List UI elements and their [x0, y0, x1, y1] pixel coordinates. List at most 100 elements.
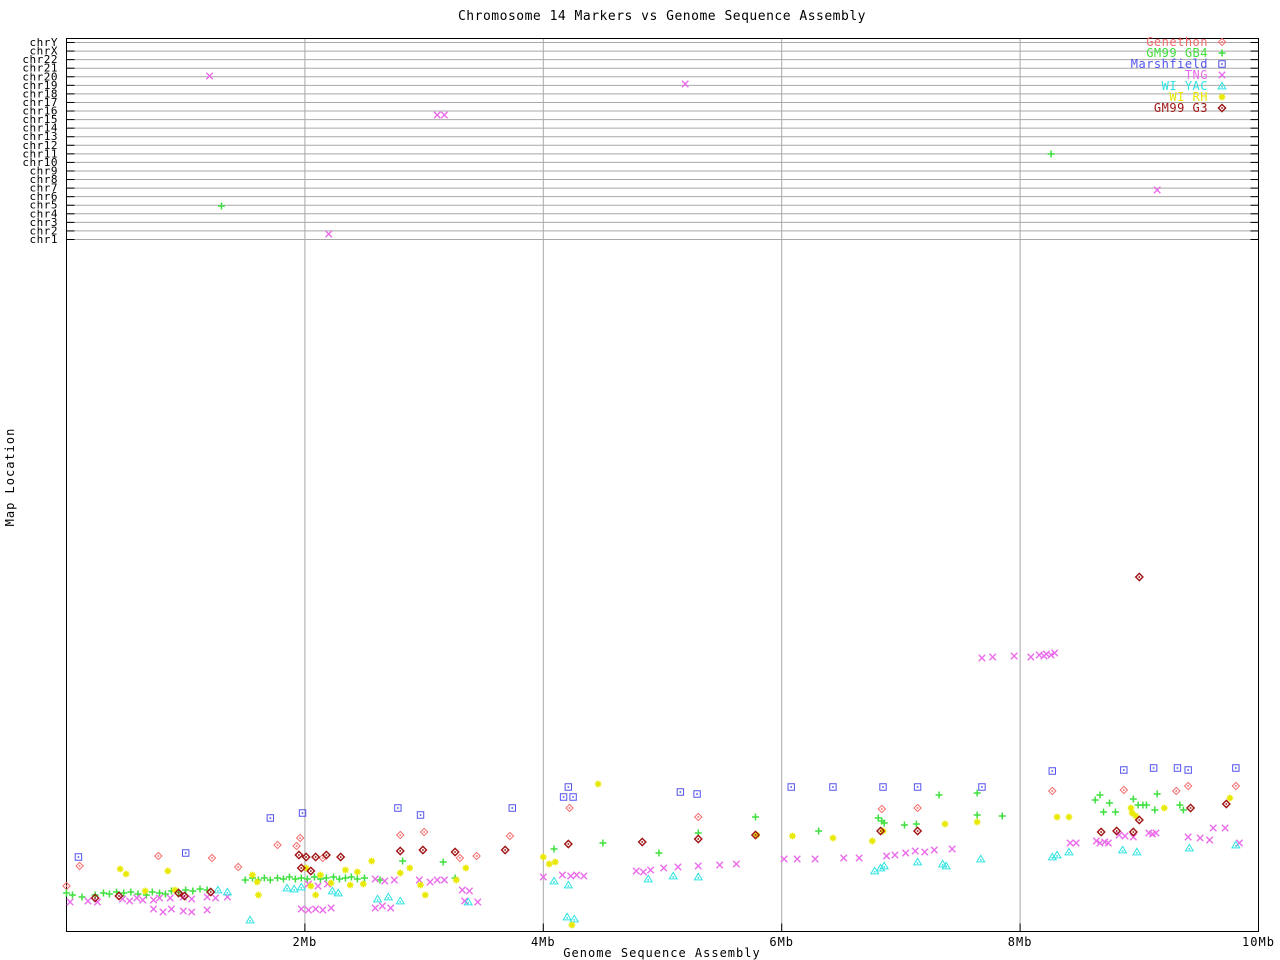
data-point: [440, 859, 447, 866]
marker-center-dot: [981, 786, 983, 788]
data-point: [1106, 800, 1113, 807]
marker-center-dot: [1100, 831, 1102, 833]
data-point: [640, 869, 646, 875]
data-point: [573, 872, 579, 878]
data-point: [639, 838, 646, 845]
marker-glyph: [1210, 825, 1216, 831]
marker-glyph: [427, 879, 433, 885]
data-point: [67, 899, 73, 905]
data-point: [901, 822, 908, 829]
data-point: [274, 841, 281, 848]
series-wi-yac: [214, 841, 1240, 923]
data-point: [694, 791, 700, 797]
data-point: [1133, 848, 1141, 855]
data-point: [328, 887, 336, 894]
data-point: [123, 871, 130, 878]
marker-glyph: [462, 865, 469, 872]
marker-center-dot: [1189, 848, 1191, 850]
data-point: [188, 909, 194, 915]
marker-center-dot: [882, 786, 884, 788]
data-point: [1011, 653, 1017, 659]
data-point: [1128, 805, 1135, 812]
data-point: [1232, 782, 1239, 789]
data-point: [127, 889, 134, 896]
data-point: [382, 878, 388, 884]
marker-glyph: [283, 884, 291, 891]
data-point: [599, 840, 606, 847]
marker-center-dot: [337, 893, 339, 895]
marker-glyph: [1128, 805, 1135, 812]
marker-glyph: [342, 867, 349, 874]
scatter-plot-area: chrYchrXchr22chr21chr20chr19chr18chr17ch…: [0, 0, 1280, 960]
data-point: [942, 821, 949, 828]
data-point: [249, 872, 256, 879]
marker-center-dot: [942, 864, 944, 866]
marker-center-dot: [504, 849, 506, 851]
marker-glyph: [342, 875, 349, 882]
data-point: [134, 895, 140, 901]
data-point: [581, 873, 587, 879]
marker-glyph: [204, 907, 210, 913]
marker-glyph: [441, 112, 447, 118]
marker-glyph: [360, 881, 367, 888]
marker-glyph: [595, 781, 602, 788]
data-point: [337, 853, 344, 860]
data-point: [546, 861, 553, 868]
marker-glyph: [789, 833, 796, 840]
data-point: [551, 846, 558, 853]
marker-center-dot: [310, 870, 312, 872]
data-point: [1028, 654, 1034, 660]
data-point: [1176, 802, 1183, 809]
data-point: [320, 907, 326, 913]
data-point: [434, 112, 440, 118]
marker-glyph: [312, 892, 319, 899]
data-point: [328, 880, 335, 887]
marker-center-dot: [672, 876, 674, 878]
data-point: [140, 897, 146, 903]
marker-glyph: [197, 886, 204, 893]
data-point: [473, 852, 480, 859]
marker-glyph: [999, 813, 1006, 820]
marker-center-dot: [680, 791, 682, 793]
data-point: [633, 868, 639, 874]
data-point: [63, 890, 70, 897]
marker-glyph: [1185, 834, 1191, 840]
marker-glyph: [149, 889, 156, 896]
marker-center-dot: [1221, 41, 1223, 43]
marker-center-dot: [697, 877, 699, 879]
data-point: [280, 876, 287, 883]
data-point: [922, 849, 928, 855]
data-point: [1180, 807, 1187, 814]
marker-glyph: [180, 908, 186, 914]
marker-glyph: [1065, 848, 1073, 855]
data-point: [1218, 104, 1225, 111]
marker-glyph: [552, 859, 559, 866]
marker-center-dot: [1190, 807, 1192, 809]
marker-glyph: [69, 892, 76, 899]
marker-glyph: [298, 906, 304, 912]
data-point: [570, 915, 578, 922]
marker-glyph: [1151, 807, 1158, 814]
marker-glyph: [815, 828, 822, 835]
marker-glyph: [67, 899, 73, 905]
data-point: [254, 879, 261, 886]
marker-glyph: [312, 906, 318, 912]
marker-glyph: [459, 887, 465, 893]
data-point: [106, 891, 113, 898]
marker-glyph: [189, 888, 196, 895]
marker-glyph: [286, 874, 293, 881]
marker-glyph: [640, 869, 646, 875]
series-marshfield: [75, 765, 1239, 860]
data-point: [360, 881, 367, 888]
data-point: [330, 874, 337, 881]
marker-center-dot: [1051, 770, 1053, 772]
marker-glyph: [242, 877, 249, 884]
chart-container: Chromosome 14 Markers vs Genome Sequence…: [0, 0, 1280, 960]
marker-center-dot: [249, 920, 251, 922]
data-point: [914, 804, 921, 811]
data-point: [315, 883, 321, 889]
marker-center-dot: [423, 831, 425, 833]
data-point: [660, 865, 666, 871]
marker-center-dot: [1123, 789, 1125, 791]
marker-glyph: [675, 864, 681, 870]
